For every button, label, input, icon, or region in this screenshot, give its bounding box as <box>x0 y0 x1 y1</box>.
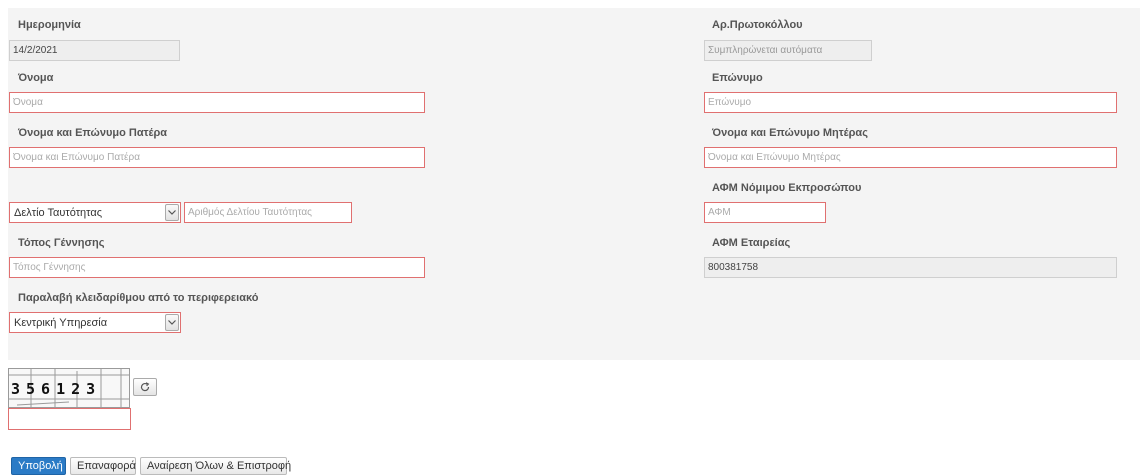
company-afm-field[interactable] <box>704 257 1117 278</box>
legal-rep-afm-label: ΑΦΜ Νόμιμου Εκπροσώπου <box>712 182 862 194</box>
chevron-down-icon <box>165 204 179 221</box>
father-name-label: Όνομα και Επώνυμο Πατέρα <box>18 127 168 139</box>
legal-rep-afm-input[interactable] <box>704 202 826 223</box>
mother-name-label: Όνομα και Επώνυμο Μητέρας <box>712 127 868 139</box>
clear-all-return-button[interactable]: Αναίρεση Όλων & Επιστροφή <box>140 457 291 475</box>
birthplace-input[interactable] <box>9 257 425 278</box>
keyboard-pickup-label: Παραλαβή κλειδαρίθμου από το περιφερειακ… <box>18 292 259 304</box>
father-name-input[interactable] <box>9 147 425 168</box>
captcha-refresh-button[interactable] <box>133 378 157 396</box>
mother-name-input[interactable] <box>704 147 1117 168</box>
id-number-input[interactable] <box>184 202 352 223</box>
id-type-selected-value: Δελτίο Ταυτότητας <box>14 206 103 219</box>
keyboard-pickup-select[interactable]: Κεντρική Υπηρεσία <box>9 312 181 333</box>
keyboard-pickup-selected-value: Κεντρική Υπηρεσία <box>14 316 108 329</box>
last-name-input[interactable] <box>704 92 1117 113</box>
last-name-label: Επώνυμο <box>712 72 763 84</box>
date-field[interactable] <box>9 40 180 61</box>
first-name-input[interactable] <box>9 92 425 113</box>
captcha-input[interactable] <box>8 408 131 430</box>
id-type-select[interactable]: Δελτίο Ταυτότητας <box>9 202 181 223</box>
chevron-down-icon <box>165 314 179 331</box>
date-label: Ημερομηνία <box>18 19 81 31</box>
protocol-label: Αρ.Πρωτοκόλλου <box>712 19 803 31</box>
reset-button[interactable]: Επαναφορά <box>70 457 136 475</box>
protocol-field[interactable] <box>704 40 872 61</box>
birthplace-label: Τόπος Γέννησης <box>18 237 105 249</box>
submit-button[interactable]: Υποβολή <box>11 457 66 475</box>
refresh-icon <box>140 382 150 392</box>
captcha-code: 356123 <box>11 380 102 398</box>
company-afm-label: ΑΦΜ Εταιρείας <box>712 237 791 249</box>
captcha-image: 356123 <box>8 368 130 408</box>
first-name-label: Όνομα <box>18 72 54 84</box>
